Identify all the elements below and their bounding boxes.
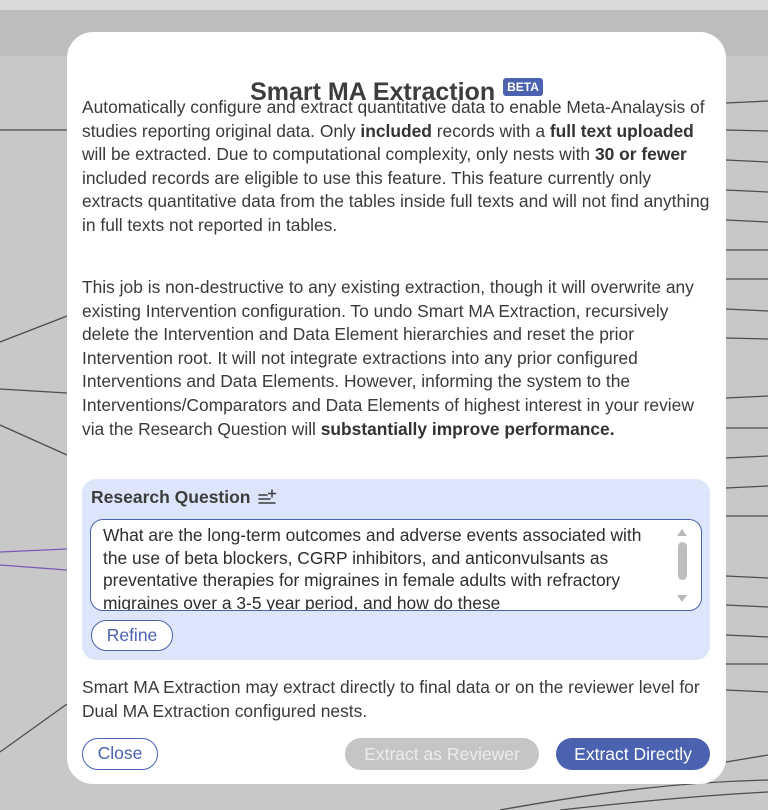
description-paragraph-1: Automatically configure and extract quan…	[82, 97, 710, 235]
smart-ma-extraction-dialog: Smart MA Extraction BETA Automatically c…	[67, 32, 726, 784]
description-paragraph-2: This job is non-destructive to any exist…	[82, 277, 694, 439]
scroll-up-arrow[interactable]	[677, 529, 687, 536]
research-question-textarea[interactable]: What are the long-term outcomes and adve…	[90, 519, 702, 611]
scrollbar-thumb[interactable]	[678, 542, 687, 580]
sparkle-list-icon[interactable]	[257, 488, 278, 507]
beta-badge: BETA	[503, 77, 543, 96]
close-button[interactable]: Close	[82, 738, 158, 770]
refine-button[interactable]: Refine	[91, 620, 173, 651]
research-question-header: Research Question	[91, 487, 278, 508]
research-question-panel: Research Question What are the long-term…	[82, 479, 710, 660]
extract-directly-button[interactable]: Extract Directly	[556, 738, 710, 770]
research-question-text[interactable]: What are the long-term outcomes and adve…	[103, 524, 663, 610]
research-question-label: Research Question	[91, 487, 251, 507]
description-paragraph-3: Smart MA Extraction may extract directly…	[82, 677, 700, 721]
scroll-down-arrow[interactable]	[677, 595, 687, 602]
extract-as-reviewer-button[interactable]: Extract as Reviewer	[345, 738, 539, 770]
